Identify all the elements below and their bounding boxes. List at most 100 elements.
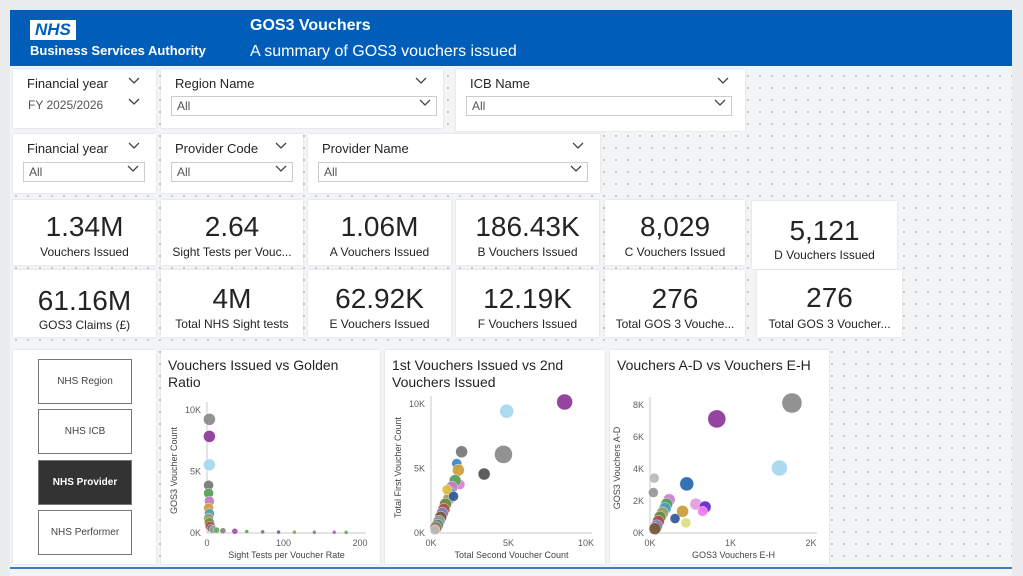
kpi-label: GOS3 Claims (£): [38, 318, 131, 332]
kpi-label: Total NHS Sight tests: [175, 317, 289, 331]
chevron-down-icon[interactable]: [128, 141, 142, 155]
data-point: [343, 530, 349, 535]
kpi-card: 62.92K E Vouchers Issued: [308, 270, 451, 337]
chevron-down-icon: [714, 98, 726, 110]
kpi-label: Sight Tests per Vouc...: [172, 245, 292, 259]
chart-card-first-vs-second[interactable]: 1st Vouchers Issued vs 2nd Vouchers Issu…: [385, 350, 605, 564]
x-axis-label: Sight Tests per Voucher Rate: [228, 550, 344, 560]
kpi-value: 2.64: [204, 211, 260, 242]
chart-card-golden-ratio[interactable]: Vouchers Issued vs Golden Ratio 0K 5K 10K 0…: [161, 350, 380, 564]
nav-button-nhs-region[interactable]: NHS Region: [38, 359, 132, 404]
kpi-card: 2.64 Sight Tests per Vouc...: [161, 200, 303, 265]
data-point: [455, 445, 468, 458]
slicer-label: Provider Name: [322, 141, 409, 156]
data-point: [707, 409, 727, 429]
y-tick-label: 0K: [190, 528, 201, 538]
data-point: [429, 524, 441, 535]
nhs-logo: NHS: [30, 20, 76, 40]
scatter-chart[interactable]: 0K 5K 10K 0 100 200 Sight Tests per Voucher Ra…: [161, 350, 380, 564]
kpi-value: 1.34M: [45, 211, 124, 242]
data-point: [697, 506, 708, 517]
nav-button-nhs-performer[interactable]: NHS Performer: [38, 510, 132, 555]
y-tick-label: 5K: [414, 464, 425, 474]
data-point: [260, 529, 265, 535]
slicer-dropdown[interactable]: All: [318, 162, 588, 182]
slicer-financial-year-1[interactable]: Financial year FY 2025/2026: [13, 69, 156, 128]
y-axis-label: Total First Voucher Count: [393, 416, 403, 518]
data-point: [213, 526, 220, 534]
kpi-card: 276 Total GOS 3 Voucher...: [757, 270, 902, 337]
scatter-chart[interactable]: 0K 2K 4K 6K 8K 0K 1K 2K GOS3 Vouchers E-H GOS3 Vo…: [610, 350, 829, 564]
slicer-financial-year-2[interactable]: Financial year All: [13, 134, 156, 193]
slicer-provider-code[interactable]: Provider Code All: [161, 134, 303, 193]
x-axis-label: Total Second Voucher Count: [454, 550, 569, 560]
y-tick-label: 5K: [190, 467, 201, 477]
chart-card-ad-vs-eh[interactable]: Vouchers A-D vs Vouchers E-H 0K 2K 4K 6K 8K 0…: [610, 350, 829, 564]
kpi-label: B Vouchers Issued: [477, 245, 578, 259]
x-tick-label: 10K: [578, 538, 594, 548]
kpi-label: Vouchers Issued: [40, 245, 129, 259]
kpi-card: 1.34M Vouchers Issued: [13, 200, 156, 265]
data-point: [276, 529, 281, 535]
slicer-dropdown[interactable]: All: [466, 96, 732, 116]
data-point: [648, 487, 659, 498]
slicer-label: Financial year: [27, 141, 108, 156]
slicer-dropdown[interactable]: All: [171, 162, 293, 182]
y-tick-label: 10K: [185, 405, 201, 415]
x-tick-label: 0: [204, 538, 209, 548]
kpi-value: 276: [651, 283, 699, 314]
slicer-dropdown[interactable]: All: [23, 162, 145, 182]
kpi-label: C Vouchers Issued: [624, 245, 726, 259]
x-tick-label: 0K: [644, 538, 655, 548]
data-point: [203, 413, 216, 426]
slicer-region-name[interactable]: Region Name All: [161, 69, 443, 128]
chevron-down-icon[interactable]: [128, 76, 142, 90]
kpi-value: 8,029: [639, 211, 711, 242]
data-point: [219, 527, 227, 534]
kpi-card: 1.06M A Vouchers Issued: [308, 200, 451, 265]
slicer-value: All: [177, 165, 191, 179]
y-tick-label: 10K: [409, 399, 425, 409]
scatter-chart[interactable]: 0K 5K 10K 0K 5K 10K Total Second Voucher Count…: [385, 350, 605, 564]
slicer-dropdown[interactable]: All: [171, 96, 437, 116]
chevron-down-icon[interactable]: [415, 76, 429, 90]
x-tick-label: 0K: [425, 538, 436, 548]
data-point: [231, 528, 239, 535]
data-point: [203, 458, 216, 472]
slicer-icb-name[interactable]: ICB Name All: [456, 69, 745, 131]
page-title: GOS3 Vouchers: [250, 17, 371, 34]
y-tick-label: 2K: [633, 496, 644, 506]
y-axis-label: GOS3 Voucher Count: [169, 426, 179, 514]
slicer-value: All: [324, 165, 338, 179]
data-point: [244, 529, 249, 534]
data-point: [203, 430, 216, 443]
kpi-value: 5,121: [789, 215, 860, 246]
slicer-label: Financial year: [27, 76, 108, 91]
kpi-card: 4M Total NHS Sight tests: [161, 270, 303, 337]
slicer-value: All: [177, 99, 191, 113]
slicer-value: All: [29, 165, 43, 179]
nav-button-nhs-icb[interactable]: NHS ICB: [38, 409, 132, 454]
page-subtitle: A summary of GOS3 vouchers issued: [250, 43, 517, 60]
slicer-dropdown[interactable]: FY 2025/2026: [23, 96, 145, 116]
chevron-down-icon[interactable]: [572, 141, 586, 155]
slicer-provider-name[interactable]: Provider Name All: [308, 134, 600, 193]
kpi-value: 276: [806, 282, 853, 313]
kpi-value: 4M: [212, 283, 252, 314]
data-point: [331, 530, 337, 535]
x-axis-label: GOS3 Vouchers E-H: [692, 550, 775, 560]
x-tick-label: 1K: [725, 538, 736, 548]
nav-button-nhs-provider[interactable]: NHS Provider: [38, 460, 132, 505]
page-bottom-border: [10, 567, 1012, 569]
data-point: [312, 530, 317, 535]
chevron-down-icon[interactable]: [275, 141, 289, 155]
x-tick-label: 2K: [805, 538, 816, 548]
chevron-down-icon[interactable]: [717, 76, 731, 90]
slicer-label: Provider Code: [175, 141, 259, 156]
y-tick-label: 6K: [633, 432, 644, 442]
data-point: [781, 392, 803, 414]
data-point: [499, 403, 514, 419]
kpi-card: 12.19K F Vouchers Issued: [456, 270, 599, 337]
data-point: [648, 522, 662, 535]
kpi-label: E Vouchers Issued: [329, 317, 430, 331]
